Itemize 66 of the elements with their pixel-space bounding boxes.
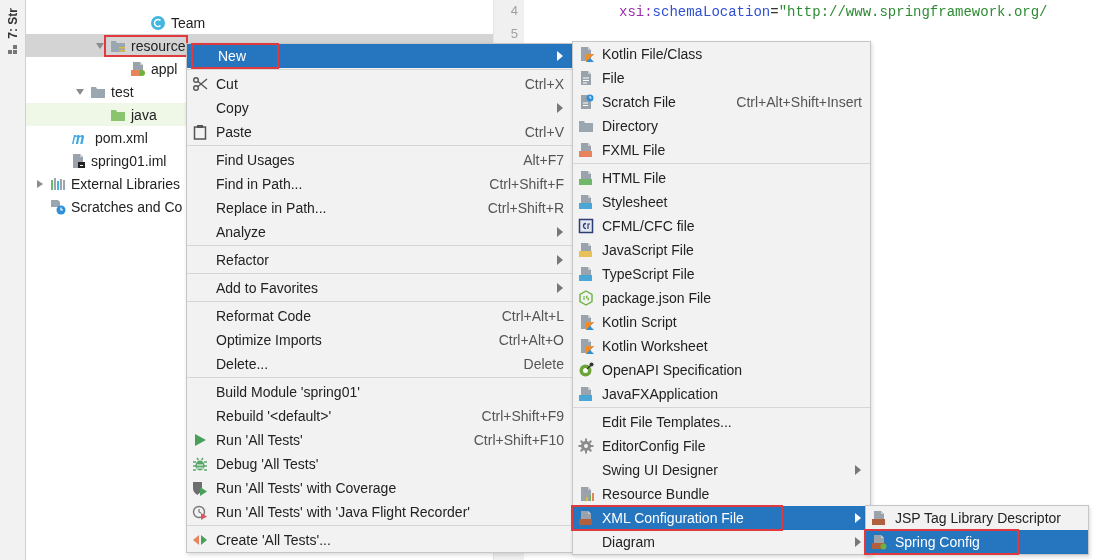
menu-item-label: Create 'All Tests'...: [216, 532, 332, 548]
menu-item-label: Kotlin Script: [602, 314, 678, 330]
menu-item-label: Run 'All Tests': [216, 432, 304, 448]
menu-item-label: OpenAPI Specification: [602, 362, 744, 378]
menu-item-label: Run 'All Tests' with Coverage: [216, 480, 398, 496]
menu-item-label: Resource Bundle: [602, 486, 711, 502]
tree-item-label: appl: [151, 60, 178, 77]
menu-item-label: Find Usages: [216, 152, 296, 168]
menu-item-label: Build Module 'spring01': [216, 384, 361, 400]
menu-item-label: JSP Tag Library Descriptor: [895, 510, 1062, 526]
menu-item-label: Directory: [602, 118, 659, 134]
menu-item-label: JavaFXApplication: [602, 386, 719, 402]
menu-item-label: FXML File: [602, 142, 667, 158]
tree-item-label: test: [111, 83, 134, 100]
menu-item-label: TypeScript File: [602, 266, 696, 282]
shortcut-label: Alt+F7: [523, 152, 564, 168]
menu-item-label: New: [194, 46, 276, 66]
menu-item-label: Edit File Templates...: [602, 414, 733, 430]
line-number: 4: [510, 3, 518, 18]
menu-item-label: Spring Config: [867, 532, 1016, 552]
menu-item-label: Reformat Code: [216, 308, 312, 324]
menu-item-label: Analyze: [216, 224, 267, 240]
menu-item-label: Run 'All Tests' with 'Java Flight Recorder': [216, 504, 471, 520]
shortcut-label: Ctrl+X: [524, 76, 564, 92]
tree-item-label: spring01.iml: [91, 152, 167, 169]
shortcut-label: Ctrl+Shift+R: [487, 200, 564, 216]
tree-item-label: resource: [107, 37, 186, 54]
shortcut-label: Ctrl+Alt+Shift+Insert: [736, 94, 862, 110]
menu-item-label: Kotlin File/Class: [602, 46, 704, 62]
menu-item-label: CFML/CFC file: [602, 218, 696, 234]
menu-item-label: Find in Path...: [216, 176, 304, 192]
menu-item-label: Optimize Imports: [216, 332, 323, 348]
shortcut-label: Ctrl+Shift+F10: [473, 432, 564, 448]
shortcut-label: Ctrl+Shift+F: [489, 176, 564, 192]
menu-item-label: EditorConfig File: [602, 438, 707, 454]
menu-item-label: package.json File: [602, 290, 712, 306]
menu-item-label: Delete...: [216, 356, 270, 372]
shortcut-label: Ctrl+Alt+L: [501, 308, 564, 324]
menu-item-label: Stylesheet: [602, 194, 669, 210]
tree-item-label: Scratches and Co: [71, 198, 183, 215]
menu-item-label: Kotlin Worksheet: [602, 338, 709, 354]
menu-item-label: Replace in Path...: [216, 200, 328, 216]
menu-item-label: Diagram: [602, 534, 656, 550]
menu-item-label: Copy: [216, 100, 250, 116]
menu-item-label: Add to Favorites: [216, 280, 319, 296]
shortcut-label: Ctrl+Alt+O: [498, 332, 564, 348]
tree-item-label: Team: [171, 14, 206, 31]
tree-item-label: java: [131, 106, 157, 123]
menu-item-label: Refactor: [216, 252, 270, 268]
menu-item-label: Paste: [216, 124, 253, 140]
shortcut-label: Ctrl+Shift+F9: [481, 408, 564, 424]
menu-item-label: Scratch File: [602, 94, 677, 110]
menu-item-label: Rebuild '<default>': [216, 408, 333, 424]
menu-item-label: HTML File: [602, 170, 668, 186]
menu-item-label: Swing UI Designer: [602, 462, 719, 478]
menu-item-label: JavaScript File: [602, 242, 695, 258]
tree-item-label: pom.xml: [95, 129, 148, 146]
menu-item-label: Cut: [216, 76, 239, 92]
menu-item-label: Debug 'All Tests': [216, 456, 320, 472]
line-number: 5: [510, 26, 518, 41]
menu-item-label: File: [602, 70, 626, 86]
tree-item-label: External Libraries: [71, 175, 180, 192]
code-line: xsi:schemaLocation="http://www.springframework.org/: [619, 4, 1048, 20]
shortcut-label: Ctrl+V: [524, 124, 564, 140]
shortcut-label: Delete: [523, 356, 564, 372]
menu-item-label: XML Configuration File: [574, 508, 780, 528]
